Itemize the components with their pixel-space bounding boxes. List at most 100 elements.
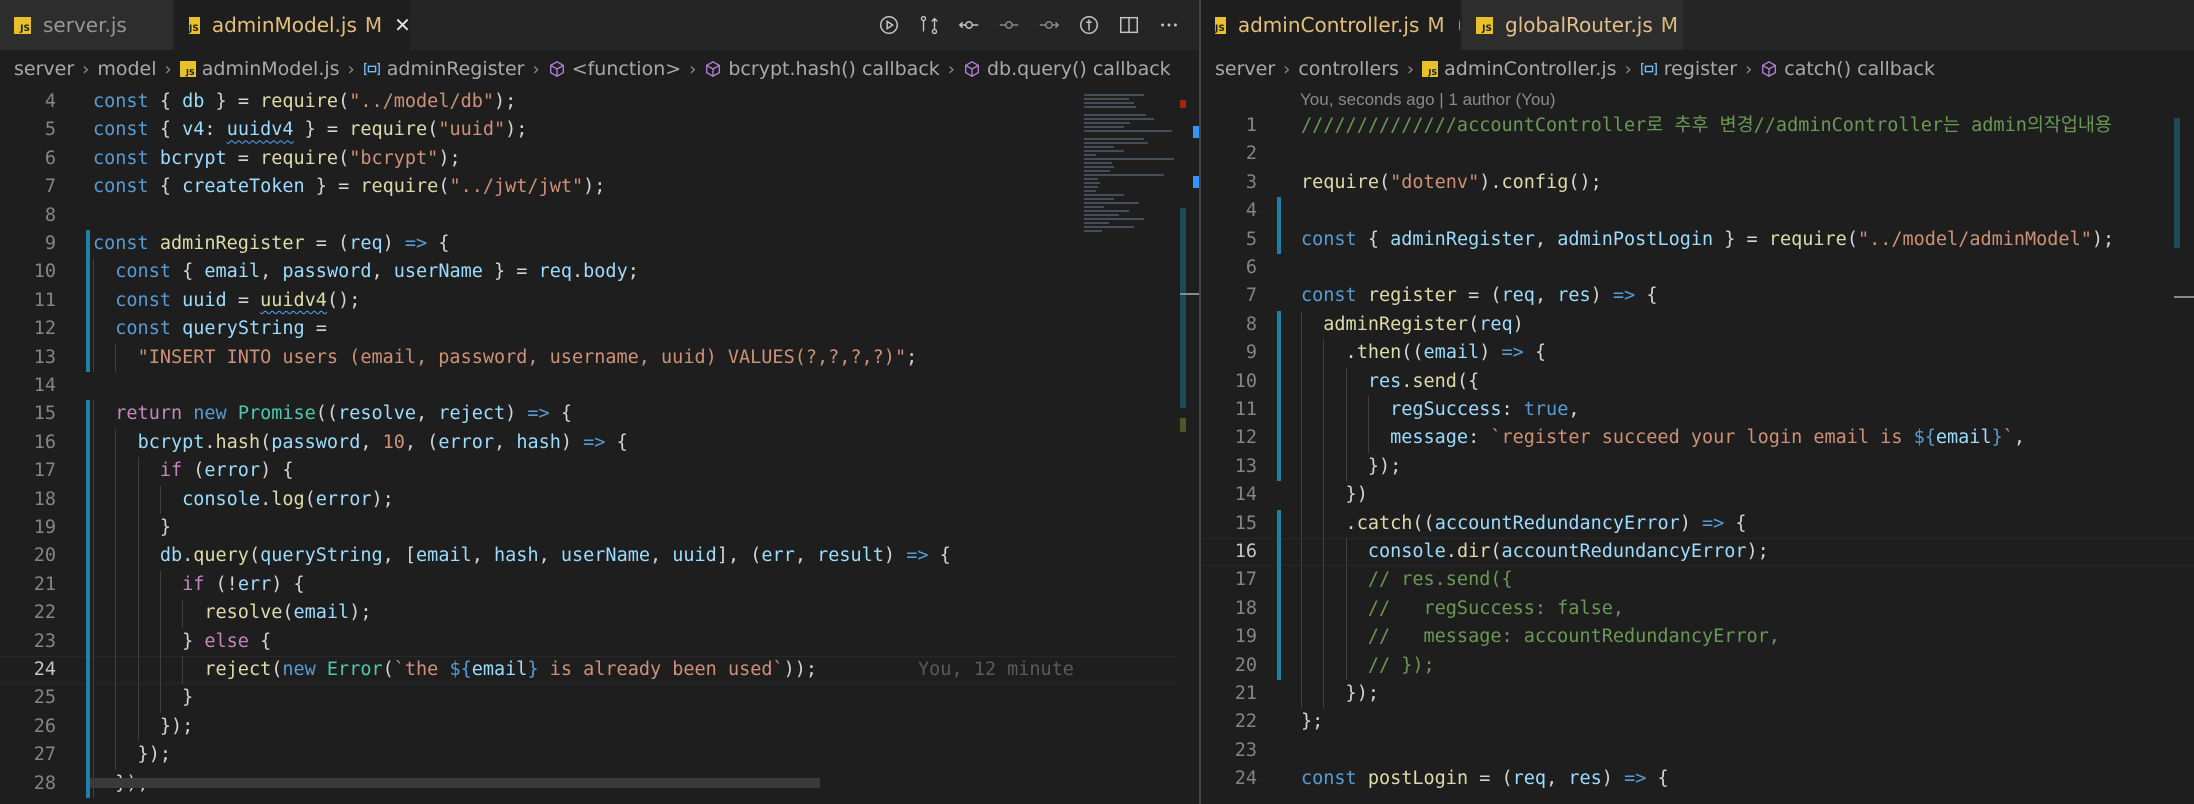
breadcrumb-symbol-query-callback[interactable]: db.query() callback	[987, 58, 1171, 80]
code-line[interactable]: 8	[0, 202, 1199, 230]
line-number[interactable]: 19	[1201, 623, 1257, 651]
tab-server-js[interactable]: JS server.js	[0, 0, 174, 50]
code-line[interactable]: 11 regSuccess: true,	[1201, 396, 2194, 425]
code-line[interactable]: 14	[0, 372, 1199, 400]
git-change-marker[interactable]	[1277, 623, 1281, 652]
line-number[interactable]: 17	[1201, 566, 1257, 594]
split-editor-icon[interactable]	[1116, 12, 1142, 38]
code-line[interactable]: 24 reject(new Error(`the ${email} is alr…	[0, 656, 1199, 685]
line-number[interactable]: 9	[0, 230, 56, 258]
git-change-marker[interactable]	[1277, 339, 1281, 368]
run-icon[interactable]	[876, 12, 902, 38]
code-line[interactable]: 2	[1201, 140, 2194, 168]
open-changes-icon[interactable]	[1076, 12, 1102, 38]
code-line[interactable]: 4 const { db } = require("../model/db");	[0, 88, 1199, 116]
code-line[interactable]: 23	[1201, 737, 2194, 765]
line-number[interactable]: 23	[1201, 737, 1257, 765]
breadcrumb-file[interactable]: adminController.js	[1444, 58, 1616, 80]
line-number[interactable]: 7	[1201, 282, 1257, 310]
git-commit-icon[interactable]	[956, 12, 982, 38]
code-line[interactable]: 18 console.log(error);	[0, 485, 1199, 514]
git-change-marker[interactable]	[86, 400, 90, 429]
git-change-marker[interactable]	[86, 457, 90, 486]
line-number[interactable]: 12	[1201, 424, 1257, 452]
git-change-marker[interactable]	[1277, 509, 1281, 538]
line-number[interactable]: 12	[0, 315, 56, 343]
code-line[interactable]: 16 bcrypt.hash(password, 10, (error, has…	[0, 428, 1199, 458]
code-line[interactable]: 10 res.send({	[1201, 367, 2194, 396]
line-number[interactable]: 4	[0, 88, 56, 116]
code-editor-right[interactable]: 1 //////////////accountController로 추후 변경/…	[1201, 112, 2194, 804]
code-line[interactable]: 12 const queryString =	[0, 315, 1199, 344]
code-line[interactable]: 3 require("dotenv").config();	[1201, 169, 2194, 197]
more-icon[interactable]	[1156, 12, 1182, 38]
breadcrumb-folder-server[interactable]: server	[14, 58, 74, 80]
line-number[interactable]: 5	[0, 116, 56, 144]
git-change-marker[interactable]	[86, 542, 90, 571]
git-change-marker[interactable]	[86, 656, 90, 685]
git-change-marker[interactable]	[86, 258, 90, 287]
breadcrumb-folder-model[interactable]: model	[97, 58, 156, 80]
tab-global-router-js[interactable]: JS globalRouter.js M	[1462, 0, 1684, 50]
line-number[interactable]: 11	[0, 287, 56, 315]
overview-ruler[interactable]	[1180, 88, 1199, 804]
code-line[interactable]: 17 if (error) {	[0, 457, 1199, 486]
git-change-marker[interactable]	[1277, 651, 1281, 680]
line-number[interactable]: 8	[1201, 311, 1257, 339]
breadcrumb-folder-controllers[interactable]: controllers	[1298, 58, 1399, 80]
code-line[interactable]: 8 adminRegister(req)	[1201, 310, 2194, 340]
code-line[interactable]: 20 db.query(queryString, [email, hash, u…	[0, 542, 1199, 571]
line-number[interactable]: 1	[1201, 112, 1257, 140]
line-number[interactable]: 14	[1201, 481, 1257, 509]
breadcrumb-symbol-bcrypt-callback[interactable]: bcrypt.hash() callback	[728, 58, 939, 80]
code-line[interactable]: 25 }	[0, 684, 1199, 713]
git-change-marker[interactable]	[86, 286, 90, 316]
git-change-marker[interactable]	[1277, 538, 1281, 567]
code-line[interactable]: 22};	[1201, 708, 2194, 736]
horizontal-scrollbar[interactable]	[90, 778, 820, 788]
code-line[interactable]: 12 message: `register succeed your login…	[1201, 424, 2194, 453]
code-line[interactable]: 13 });	[1201, 452, 2194, 482]
git-change-marker[interactable]	[1277, 424, 1281, 453]
breadcrumb-symbol-admin-register[interactable]: adminRegister	[387, 58, 525, 80]
git-change-marker[interactable]	[1277, 566, 1281, 595]
git-change-marker[interactable]	[1277, 367, 1281, 396]
line-number[interactable]: 15	[0, 400, 56, 428]
code-line[interactable]: 7 const { createToken } = require("../jwt…	[0, 173, 1199, 201]
code-line[interactable]: 27 });	[0, 741, 1199, 770]
line-number[interactable]: 8	[0, 202, 56, 230]
overview-ruler[interactable]	[2174, 88, 2194, 804]
git-change-marker[interactable]	[86, 684, 90, 713]
git-change-marker[interactable]	[1277, 310, 1281, 340]
unsaved-dot-icon[interactable]	[1458, 19, 1460, 31]
tab-admin-model-js[interactable]: JS adminModel.js M ✕	[175, 0, 411, 50]
next-change-icon[interactable]	[1036, 12, 1062, 38]
previous-change-icon[interactable]	[996, 12, 1022, 38]
breadcrumb-symbol-catch-callback[interactable]: catch() callback	[1784, 58, 1935, 80]
line-number[interactable]: 13	[1201, 453, 1257, 481]
code-line[interactable]: 23 } else {	[0, 627, 1199, 656]
code-line[interactable]: 18 // regSuccess: false,	[1201, 594, 2194, 624]
line-number[interactable]: 20	[0, 542, 56, 570]
line-number[interactable]: 11	[1201, 396, 1257, 424]
line-number[interactable]: 19	[0, 514, 56, 542]
code-line[interactable]: 11 const uuid = uuidv4();	[0, 286, 1199, 316]
code-line[interactable]: 19 // message: accountRedundancyError,	[1201, 623, 2194, 652]
line-number[interactable]: 24	[1201, 765, 1257, 793]
git-change-marker[interactable]	[1277, 197, 1281, 226]
line-number[interactable]: 17	[0, 457, 56, 485]
line-number[interactable]: 7	[0, 173, 56, 201]
code-line[interactable]: 9 const adminRegister = (req) => {	[0, 230, 1199, 259]
code-line[interactable]: 20 // });	[1201, 651, 2194, 680]
line-number[interactable]: 16	[0, 429, 56, 457]
tab-admin-controller-js[interactable]: JS adminController.js M	[1201, 0, 1461, 50]
code-line[interactable]: 15 return new Promise((resolve, reject) …	[0, 400, 1199, 429]
line-number[interactable]: 10	[1201, 368, 1257, 396]
line-number[interactable]: 27	[0, 741, 56, 769]
line-number[interactable]: 26	[0, 713, 56, 741]
git-change-marker[interactable]	[86, 485, 90, 514]
git-change-marker[interactable]	[86, 712, 90, 742]
code-line[interactable]: 10 const { email, password, userName } =…	[0, 258, 1199, 287]
code-line[interactable]: 21 if (!err) {	[0, 570, 1199, 600]
line-number[interactable]: 4	[1201, 197, 1257, 225]
